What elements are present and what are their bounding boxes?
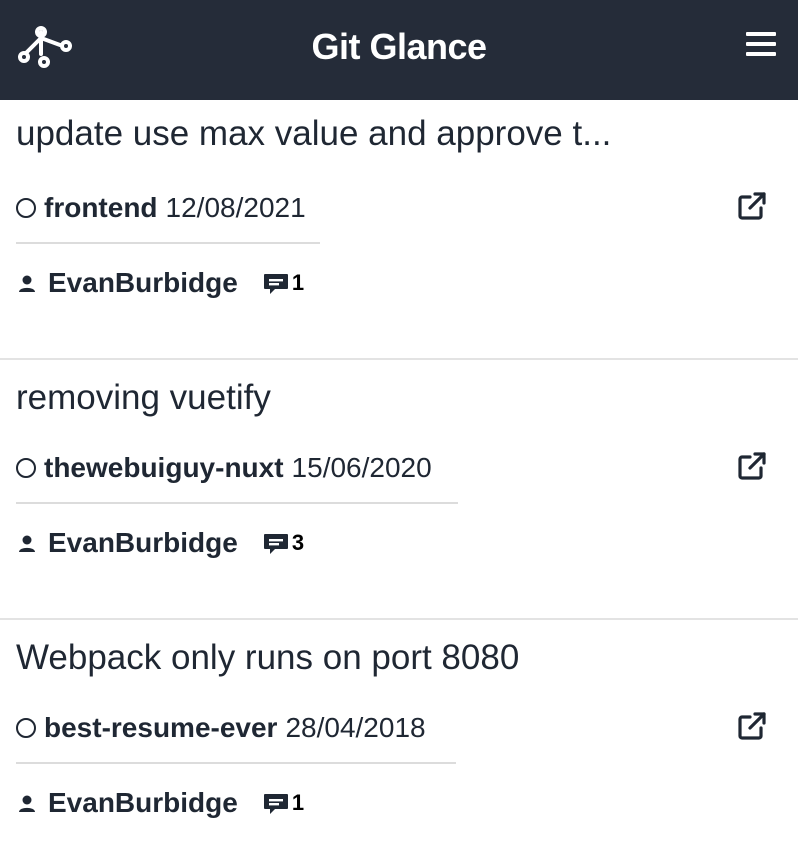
external-link-icon[interactable] (736, 450, 768, 482)
person-icon (16, 531, 38, 555)
pull-request-list: update use max value and approve t... fr… (0, 100, 798, 854)
comment-icon (262, 791, 290, 817)
person-icon (16, 791, 38, 815)
pull-request-item[interactable]: Webpack only runs on port 8080 best-resu… (0, 620, 798, 854)
comment-count: 1 (291, 270, 305, 295)
pr-footer: EvanBurbidge 3 (16, 526, 304, 560)
author-name[interactable]: EvanBurbidge (48, 267, 238, 299)
pr-date: 15/06/2020 (291, 452, 432, 483)
pull-request-item[interactable]: update use max value and approve t... fr… (0, 100, 798, 360)
pr-meta: best-resume-ever 28/04/2018 (16, 712, 456, 764)
comment-icon (262, 531, 290, 557)
app-header: Git Glance (0, 0, 798, 100)
pr-footer: EvanBurbidge 1 (16, 266, 304, 300)
hamburger-menu-icon[interactable] (746, 30, 776, 58)
pr-title[interactable]: Webpack only runs on port 8080 (16, 638, 716, 678)
author-name[interactable]: EvanBurbidge (48, 787, 238, 819)
comment-count: 1 (291, 790, 305, 815)
repo-name: best-resume-ever (44, 712, 278, 743)
comment-count: 3 (291, 530, 305, 555)
external-link-icon[interactable] (736, 190, 768, 222)
pr-meta: frontend 12/08/2021 (16, 192, 320, 244)
pr-date: 12/08/2021 (165, 192, 306, 223)
comment-icon (262, 271, 290, 297)
open-circle-icon (16, 198, 36, 218)
pr-footer: EvanBurbidge 1 (16, 786, 304, 820)
pr-date: 28/04/2018 (285, 712, 426, 743)
person-icon (16, 271, 38, 295)
open-circle-icon (16, 458, 36, 478)
app-root: Git Glance update use max value and appr… (0, 0, 798, 854)
repo-name: frontend (44, 192, 158, 223)
repo-name: thewebuiguy-nuxt (44, 452, 284, 483)
open-circle-icon (16, 718, 36, 738)
pr-meta: thewebuiguy-nuxt 15/06/2020 (16, 452, 458, 504)
external-link-icon[interactable] (736, 710, 768, 742)
pr-title[interactable]: removing vuetify (16, 378, 716, 418)
author-name[interactable]: EvanBurbidge (48, 527, 238, 559)
app-title: Git Glance (311, 26, 487, 67)
pull-request-item[interactable]: removing vuetify thewebuiguy-nuxt 15/06/… (0, 360, 798, 620)
pr-title[interactable]: update use max value and approve t... (16, 114, 716, 154)
